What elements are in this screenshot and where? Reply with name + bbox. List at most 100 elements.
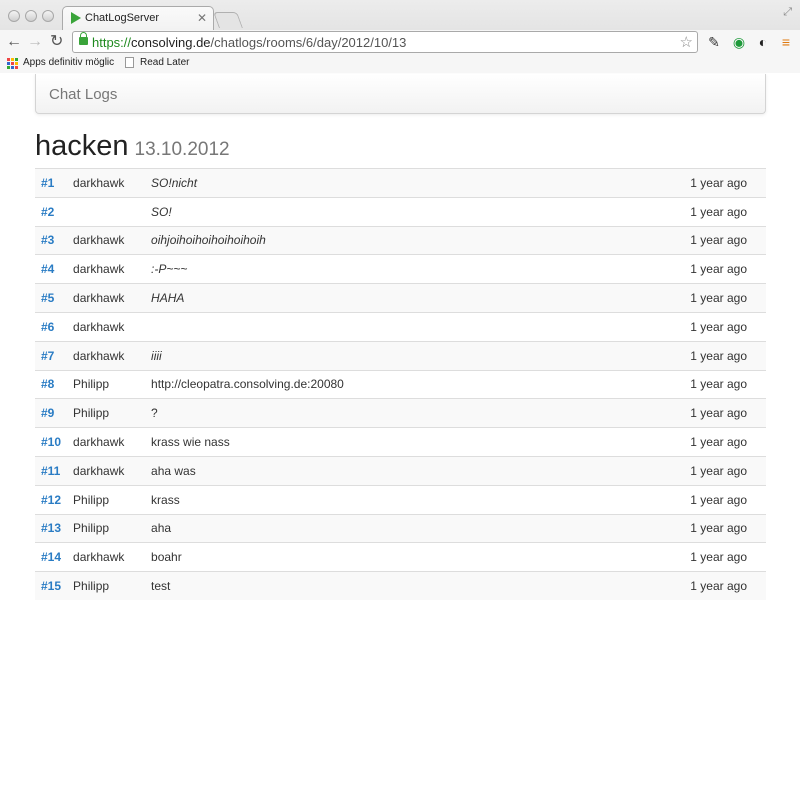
- table-row: #10 darkhawk krass wie nass 1 year ago: [35, 427, 766, 457]
- table-row: #4 darkhawk:-P~~~ 1 year ago: [35, 254, 766, 284]
- message-number-link[interactable]: #1: [35, 168, 68, 198]
- message-author: Philipp: [67, 484, 146, 515]
- page-title: hacken 13.10.2012: [35, 130, 230, 163]
- log-date: 13.10.2012: [134, 139, 230, 160]
- message-author: darkhawk: [67, 168, 146, 198]
- extension-timer-icon[interactable]: ◉: [731, 34, 747, 50]
- message-text: :-P~~~: [145, 254, 666, 284]
- message-number-link[interactable]: #11: [35, 455, 68, 486]
- table-row: #8 Philipp http://cleopatra.consolving.de:…: [35, 369, 766, 399]
- message-author: Philipp: [67, 513, 146, 543]
- message-time: 1 year ago: [666, 369, 766, 399]
- message-time: 1 year ago: [666, 398, 766, 428]
- table-row: #15 Philipp test 1 year ago: [35, 571, 766, 601]
- url-scheme: https://: [92, 35, 132, 50]
- message-text: ?: [145, 398, 666, 428]
- message-author: darkhawk: [67, 340, 146, 371]
- brand-link[interactable]: Chat Logs: [49, 86, 117, 103]
- minimize-window-button[interactable]: [25, 10, 37, 22]
- url-text: https://consolving.de/chatlogs/rooms/6/d…: [92, 35, 406, 50]
- message-time: 1 year ago: [666, 484, 766, 515]
- message-time: 1 year ago: [666, 455, 766, 486]
- table-row: #3 darkhawk oihjoihoihoihoihoihoih 1 year a…: [35, 225, 766, 255]
- bookmark-star-icon[interactable]: ☆: [680, 33, 693, 51]
- menu-icon[interactable]: ≡: [778, 34, 794, 50]
- message-time: 1 year ago: [666, 571, 766, 601]
- message-number-link[interactable]: #9: [35, 398, 68, 428]
- message-author: darkhawk: [67, 311, 146, 342]
- message-author: Philipp: [67, 369, 146, 399]
- table-row: #5 darkhawk HAHA 1 year ago: [35, 283, 766, 313]
- table-row: #1 darkhawk SO!nicht 1 year ago: [35, 168, 766, 198]
- zoom-window-button[interactable]: [42, 10, 54, 22]
- url-path: /chatlogs/rooms/6/day/2012/10/13: [210, 35, 407, 50]
- browser-chrome: ChatLogServer ✕ ⤢ ← → ↻ https://consolvi…: [0, 0, 800, 73]
- message-number-link[interactable]: #3: [35, 225, 68, 255]
- message-author: darkhawk: [67, 225, 146, 255]
- message-time: 1 year ago: [666, 311, 766, 342]
- message-number-link[interactable]: #15: [35, 571, 68, 601]
- message-text: boahr: [145, 542, 666, 572]
- message-author: darkhawk: [67, 283, 146, 313]
- message-text: aha was: [145, 455, 666, 486]
- message-number-link[interactable]: #12: [35, 484, 68, 515]
- lock-icon: [79, 32, 88, 45]
- message-number-link[interactable]: #2: [35, 196, 68, 227]
- message-text: SO!nicht: [145, 168, 666, 198]
- forward-icon[interactable]: →: [27, 32, 43, 52]
- tab-title: ChatLogServer: [85, 12, 159, 24]
- message-text: test: [145, 571, 666, 601]
- message-time: 1 year ago: [666, 542, 766, 572]
- table-row: #12 Philipp krass 1 year ago: [35, 484, 766, 515]
- message-text: krass: [145, 484, 666, 515]
- message-author: darkhawk: [67, 542, 146, 572]
- close-window-button[interactable]: [8, 10, 20, 22]
- message-time: 1 year ago: [666, 427, 766, 457]
- apps-grid-icon: [7, 58, 18, 69]
- message-number-link[interactable]: #7: [35, 340, 68, 371]
- tab-chatlogserver[interactable]: ChatLogServer ✕: [62, 6, 214, 30]
- message-author: darkhawk: [67, 455, 146, 486]
- table-row: #13 Philipp aha 1 year ago: [35, 513, 766, 543]
- message-number-link[interactable]: #10: [35, 427, 68, 457]
- message-time: 1 year ago: [666, 513, 766, 543]
- table-row: #9 Philipp? 1 year ago: [35, 398, 766, 428]
- message-author: darkhawk: [67, 254, 146, 284]
- close-icon[interactable]: ✕: [197, 11, 207, 25]
- extension-swirl-icon[interactable]: ◐: [755, 34, 771, 50]
- page-icon: [125, 57, 134, 68]
- wrench-icon[interactable]: ✎: [706, 34, 722, 50]
- message-time: 1 year ago: [666, 196, 766, 227]
- reload-icon[interactable]: ↻: [50, 32, 63, 52]
- message-text: krass wie nass: [145, 427, 666, 457]
- message-text: HAHA: [145, 283, 666, 313]
- chat-log-table: #1 darkhawk SO!nicht 1 year ago #2 SO! 1 year …: [35, 168, 766, 601]
- play-icon: [71, 12, 81, 24]
- address-bar[interactable]: https://consolving.de/chatlogs/rooms/6/d…: [72, 31, 698, 53]
- message-number-link[interactable]: #5: [35, 283, 68, 313]
- message-author: Philipp: [67, 571, 146, 601]
- bookmark-apps[interactable]: Apps definitiv möglic: [23, 57, 114, 68]
- table-row: #2 SO! 1 year ago: [35, 196, 766, 227]
- bookmark-read-later[interactable]: Read Later: [140, 57, 189, 68]
- table-row: #14 darkhawk boahr 1 year ago: [35, 542, 766, 572]
- message-text: oihjoihoihoihoihoihoih: [145, 225, 666, 255]
- message-number-link[interactable]: #6: [35, 311, 68, 342]
- message-text: iiii: [145, 340, 666, 371]
- message-time: 1 year ago: [666, 225, 766, 255]
- message-author: darkhawk: [67, 427, 146, 457]
- message-number-link[interactable]: #14: [35, 542, 68, 572]
- browser-toolbar: ← → ↻ https://consolving.de/chatlogs/roo…: [0, 30, 800, 54]
- message-author: [67, 196, 146, 227]
- message-text: aha: [145, 513, 666, 543]
- url-host: consolving.de: [131, 35, 211, 50]
- table-row: #11 darkhawk aha was 1 year ago: [35, 455, 766, 486]
- back-icon[interactable]: ←: [6, 32, 22, 52]
- fullscreen-icon[interactable]: ⤢: [783, 6, 792, 19]
- message-number-link[interactable]: #4: [35, 254, 68, 284]
- message-number-link[interactable]: #8: [35, 369, 68, 399]
- message-text: SO!: [145, 196, 666, 227]
- new-tab-button[interactable]: [213, 12, 243, 28]
- message-time: 1 year ago: [666, 168, 766, 198]
- message-number-link[interactable]: #13: [35, 513, 68, 543]
